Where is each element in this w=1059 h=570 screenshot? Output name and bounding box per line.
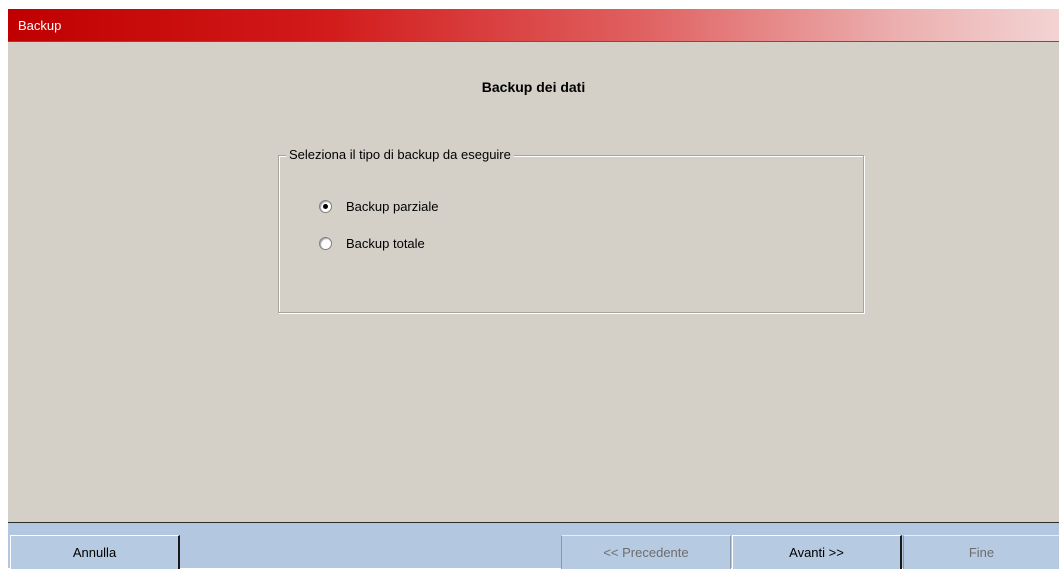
backup-window: Backup Backup dei dati Seleziona il tipo… — [8, 9, 1059, 569]
title-bar[interactable]: Backup — [8, 9, 1059, 42]
backup-type-group-legend: Seleziona il tipo di backup da eseguire — [286, 147, 514, 163]
next-button[interactable]: Avanti >> — [732, 535, 902, 569]
backup-type-group: Seleziona il tipo di backup da eseguire … — [278, 147, 864, 313]
window-title: Backup — [18, 18, 62, 33]
finish-button[interactable]: Fine — [903, 535, 1059, 569]
backup-total-label[interactable]: Backup totale — [346, 236, 425, 252]
previous-button[interactable]: << Precedente — [561, 535, 731, 569]
cancel-button[interactable]: Annulla — [10, 535, 180, 569]
page-heading: Backup dei dati — [481, 79, 586, 95]
backup-partial-radio[interactable] — [319, 200, 332, 213]
wizard-button-bar: Annulla << Precedente Avanti >> Fine — [8, 522, 1059, 569]
backup-total-radio[interactable] — [319, 237, 332, 250]
backup-partial-label[interactable]: Backup parziale — [346, 199, 439, 215]
radio-selected-dot-icon — [323, 204, 328, 209]
